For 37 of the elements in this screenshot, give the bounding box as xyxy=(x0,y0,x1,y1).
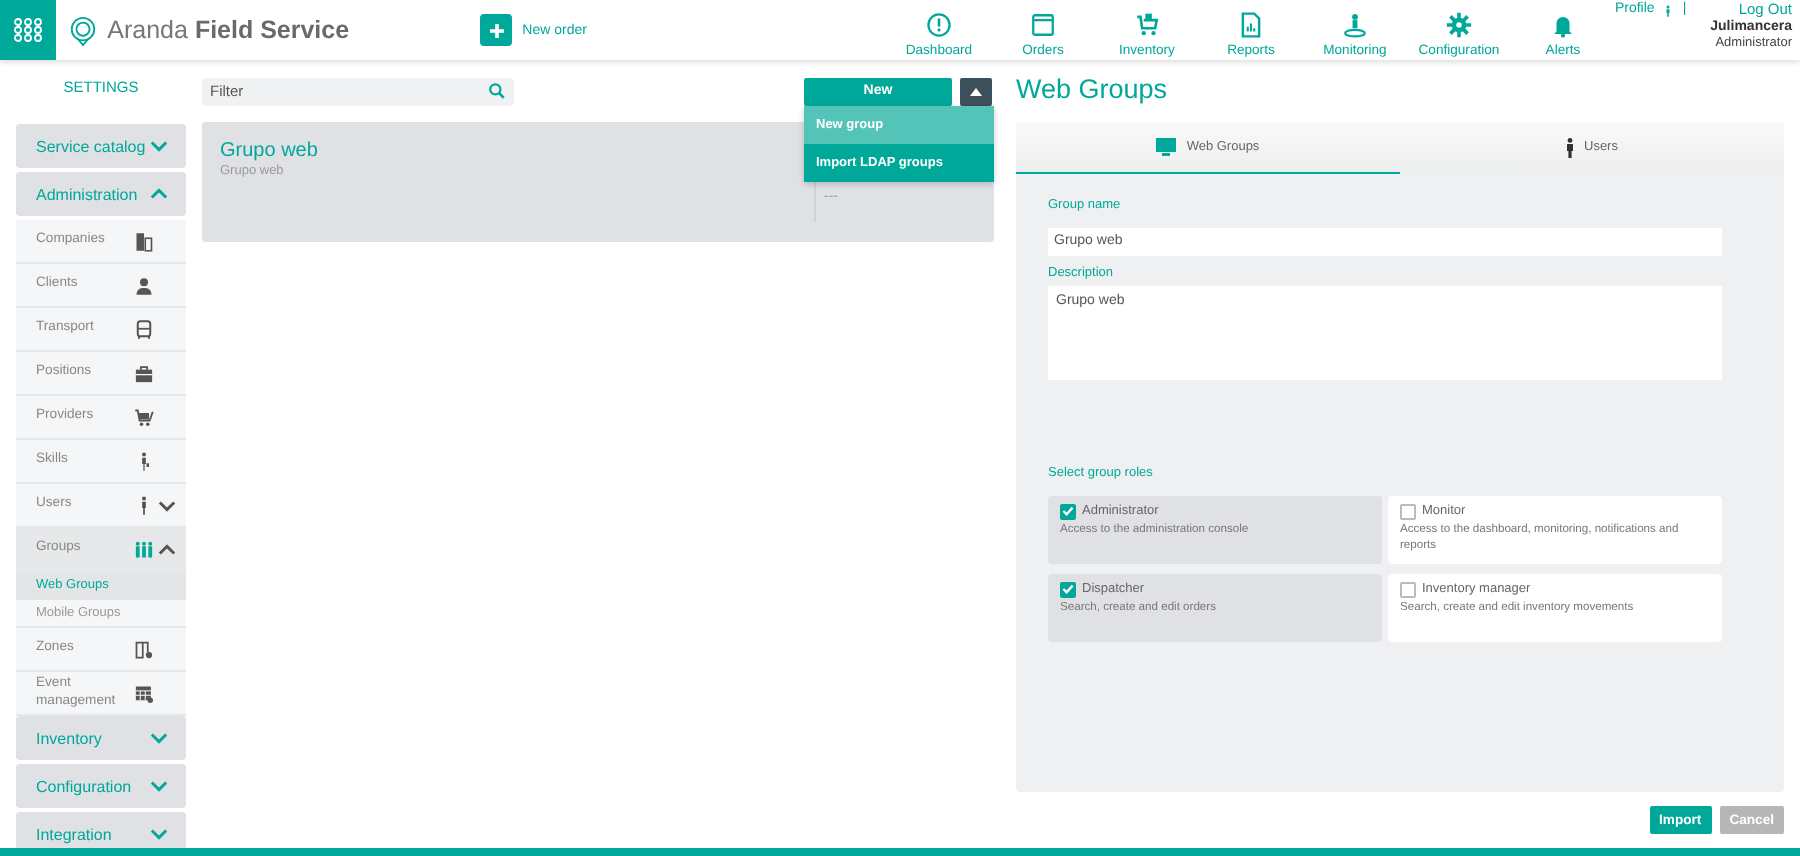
dropdown-toggle-button[interactable] xyxy=(960,77,992,105)
people-icon xyxy=(134,539,154,559)
building-icon xyxy=(134,231,154,251)
page-title: Web Groups xyxy=(1016,72,1170,108)
person-pin-icon xyxy=(1341,11,1368,37)
chevron-up-icon[interactable] xyxy=(158,543,176,555)
search-icon xyxy=(488,82,506,100)
sidebar-section[interactable]: Configuration xyxy=(16,764,186,808)
bus-icon xyxy=(134,319,154,339)
briefcase-icon xyxy=(134,363,154,383)
sidebar-section[interactable]: Inventory xyxy=(16,716,186,760)
chevron-down-icon[interactable] xyxy=(158,499,176,511)
window-icon xyxy=(1029,11,1056,37)
cart-icon xyxy=(134,407,154,427)
person-icon xyxy=(1662,2,1675,20)
sidebar-section[interactable]: Service catalog xyxy=(16,124,186,168)
location-pin-icon xyxy=(67,13,98,47)
card-title: Grupo web xyxy=(220,140,320,162)
calendar-icon xyxy=(134,683,154,703)
bell-icon xyxy=(1549,11,1576,37)
sidebar-section[interactable]: Administration xyxy=(16,172,186,216)
checkbox[interactable] xyxy=(1400,581,1416,597)
gauge-icon xyxy=(925,11,952,37)
person-icon xyxy=(1566,137,1574,157)
checkbox[interactable] xyxy=(1060,581,1076,597)
checkbox[interactable] xyxy=(1400,503,1416,519)
person-icon xyxy=(134,275,154,295)
apps-menu-icon[interactable] xyxy=(0,0,56,60)
app-title: Aranda Field Service xyxy=(107,16,350,44)
gear-icon xyxy=(1445,11,1472,37)
monitor-icon xyxy=(1156,138,1177,156)
cart-icon xyxy=(1133,11,1160,37)
sidebar-section[interactable]: Integration xyxy=(16,812,186,848)
checkbox[interactable] xyxy=(1060,503,1076,519)
caret-up-icon xyxy=(970,87,982,95)
document-icon xyxy=(1237,11,1264,37)
plus-icon xyxy=(487,21,506,39)
